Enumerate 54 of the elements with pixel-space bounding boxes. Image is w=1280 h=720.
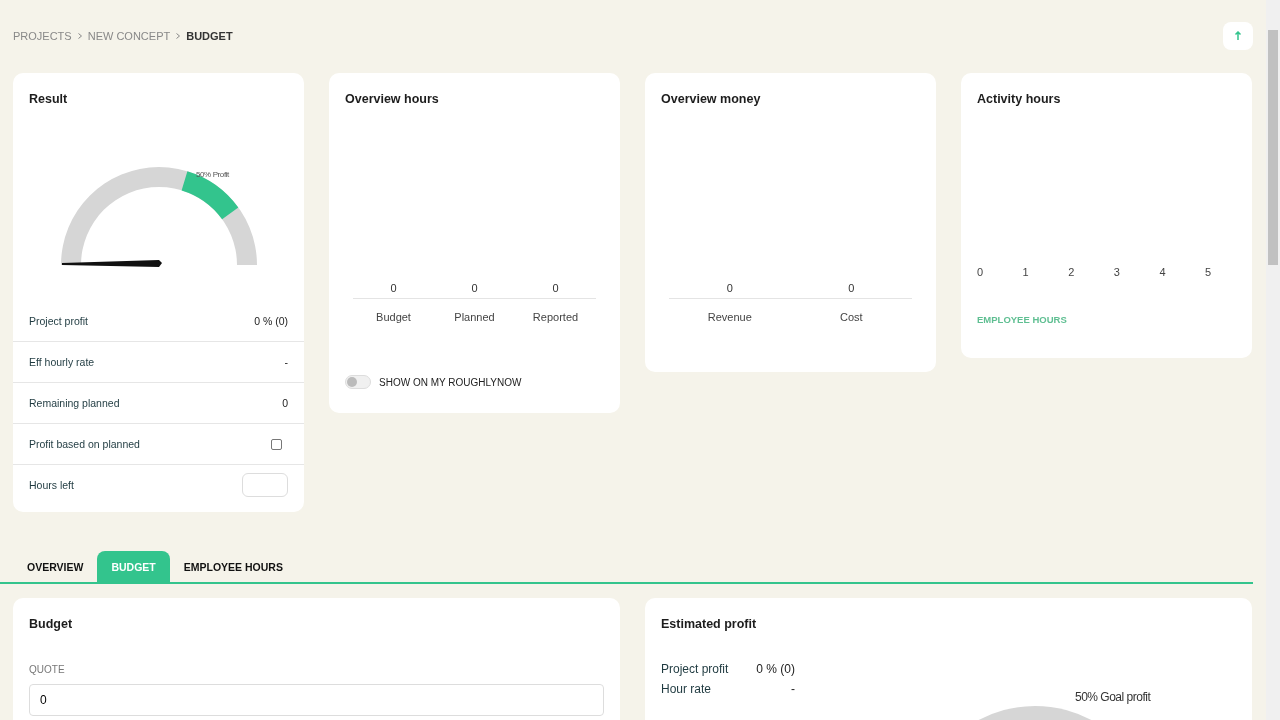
row-value: - [284, 356, 288, 368]
quote-input-field[interactable]: 0 [29, 684, 604, 716]
axis-tick-label: 2 [1068, 266, 1076, 278]
card-title: Activity hours [976, 91, 1062, 106]
toggle-label: SHOW ON MY ROUGHLYNOW [379, 376, 522, 388]
chevron-right-icon [77, 32, 82, 39]
bar-label: Planned [453, 311, 496, 323]
chevron-right-icon [176, 32, 181, 39]
row-label: Hours left [29, 479, 74, 491]
axis-tick-label: 3 [1113, 266, 1121, 278]
export-button[interactable] [1223, 21, 1253, 50]
scrollbar[interactable] [1266, 0, 1280, 720]
gauge-label: 50% Goal profit [1075, 690, 1151, 704]
row-value: 0 % (0) [254, 315, 288, 327]
row-value: - [790, 682, 796, 696]
tab[interactable]: BUDGET [97, 551, 170, 582]
row-value: 0 [282, 397, 288, 409]
bar-label: Cost [838, 311, 864, 323]
card-title: Overview hours [344, 91, 440, 106]
input-field[interactable] [242, 473, 288, 497]
row-label: Profit based on planned [29, 438, 140, 450]
bar-label: Reported [531, 311, 580, 323]
axis-tick-label: 5 [1204, 266, 1213, 278]
bar-value: 0 [551, 282, 560, 294]
card-title: Estimated profit [660, 616, 758, 631]
bar-label: Budget [375, 311, 412, 323]
card-title: Result [28, 91, 69, 106]
axis-tick-label: 0 [977, 266, 985, 278]
breadcrumb-item[interactable]: NEW CONCEPT [87, 29, 171, 42]
row-label: Eff hourly rate [29, 356, 95, 368]
employee-hours-link[interactable]: EMPLOYEE HOURS [961, 314, 1252, 325]
tab[interactable]: EMPLOYEE HOURS [169, 551, 297, 582]
tab[interactable]: OVERVIEW [13, 551, 98, 582]
field-label: QUOTE [28, 664, 66, 675]
row-label: Remaining planned [29, 397, 120, 409]
breadcrumb-item[interactable]: PROJECTS [13, 29, 72, 42]
bar-value: 0 [725, 282, 734, 294]
bar-label: Revenue [706, 311, 753, 323]
gauge-label: 50% Profit [196, 170, 229, 179]
bar-value: 0 [389, 282, 398, 294]
toggle-switch[interactable] [345, 375, 371, 389]
row-label: Hour rate [661, 682, 713, 696]
row-label: Project profit [29, 315, 88, 327]
axis-tick-label: 4 [1159, 266, 1167, 278]
card-title: Overview money [660, 91, 762, 106]
axis-tick-label: 1 [1022, 266, 1030, 278]
row-value: 0 % (0) [756, 662, 796, 676]
arrow-up-icon [1234, 30, 1242, 41]
card-title: Budget [28, 616, 74, 631]
bar-value: 0 [847, 282, 856, 294]
checkbox[interactable] [271, 438, 282, 450]
row-label: Project profit [661, 662, 729, 676]
bar-value: 0 [470, 282, 479, 294]
breadcrumb-item: BUDGET [186, 29, 233, 42]
